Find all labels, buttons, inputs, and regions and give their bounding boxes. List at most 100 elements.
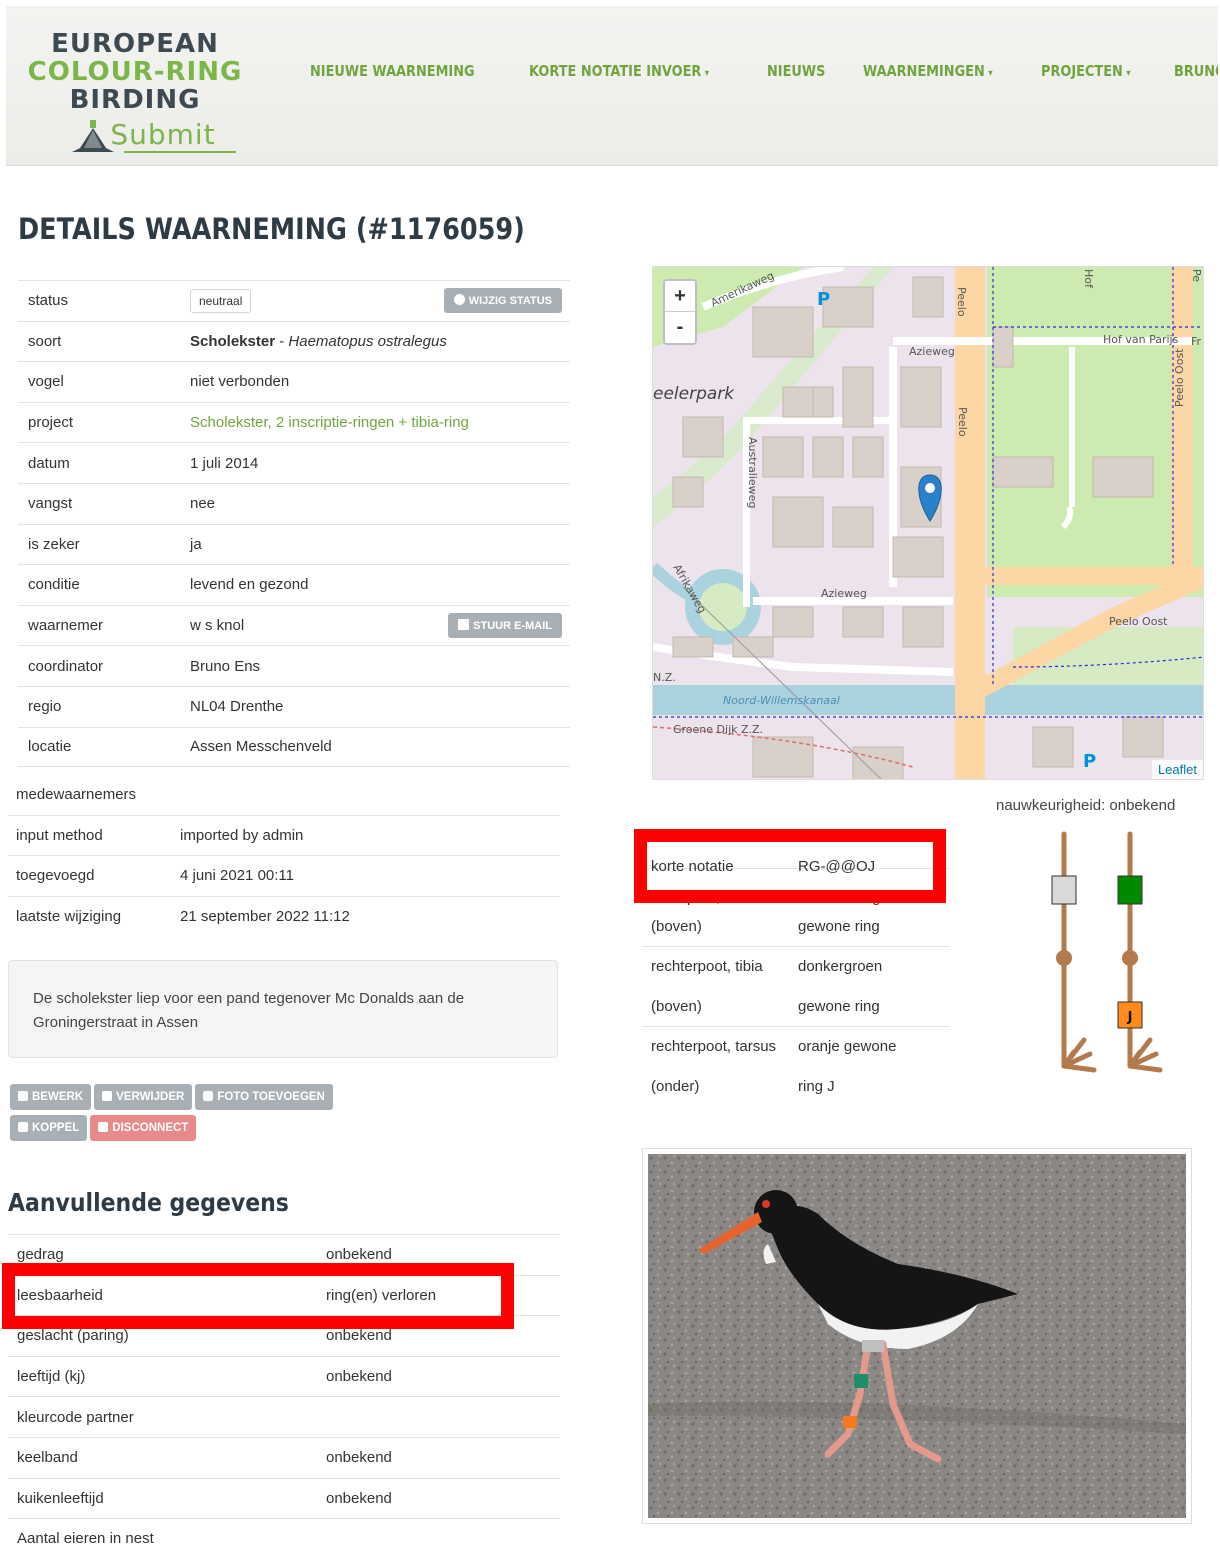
ring-row-rechterpoot-tibia: rechterpoot, tibia donkergroen	[642, 946, 950, 986]
envelope-icon	[458, 619, 470, 631]
map-label-azieweg: Azieweg	[909, 345, 955, 358]
chevron-down-icon: ▾	[1126, 68, 1132, 79]
zoom-out-button[interactable]: -	[665, 312, 695, 343]
action-buttons: BEWERK VERWIJDER FOTO TOEVOEGEN KOPPEL DISC…	[10, 1084, 370, 1146]
bewerk-button[interactable]: BEWERK	[10, 1084, 92, 1110]
map-precision: nauwkeurigheid: onbekend	[996, 797, 1176, 814]
nav-nieuwe-waarneming[interactable]: NIEUWE WAARNEMING	[310, 62, 475, 80]
ring-label: rechterpoot, tibia	[651, 958, 763, 975]
map-label-groene-dijk: Groene Dijk Z.Z.	[673, 723, 763, 736]
ring-value: gewone ring	[798, 997, 880, 1015]
detail-label: gedrag	[17, 1246, 64, 1264]
bird-logo-icon	[72, 120, 114, 152]
detail-row-waarnemer: waarnemer w s knol STUUR E-MAIL	[18, 604, 570, 646]
logo-line-1: EUROPEAN	[51, 29, 219, 59]
ring-value: gewone ring	[798, 917, 880, 935]
detail-label: leeftijd (kj)	[17, 1368, 86, 1386]
oystercatcher-photo	[648, 1154, 1186, 1518]
detail-label: waarnemer	[28, 617, 104, 635]
detail-value: onbekend	[326, 1327, 392, 1345]
ring-row-boven-2: (boven) gewone ring	[642, 986, 950, 1026]
nav-projecten[interactable]: PROJECTEN ▾	[1041, 62, 1131, 80]
detail-value: onbekend	[326, 1246, 392, 1264]
detail-label: laatste wijziging	[16, 908, 122, 926]
detail-value: imported by admin	[180, 826, 304, 844]
detail-label: vogel	[28, 373, 64, 391]
detail-label: input method	[16, 826, 103, 844]
map-tiles: Amerikaweg Azieweg Azieweg Peelo Peelo H…	[653, 267, 1203, 779]
detail-value: levend en gezond	[190, 576, 309, 594]
nav-user-brunojens[interactable]: BRUNOJENS	[1174, 62, 1218, 80]
map-parking-icon-2: P	[1083, 751, 1096, 772]
map-parking-icon: P	[817, 289, 830, 310]
map-label-eelerpark: eelerpark	[653, 384, 735, 404]
detail-label: geslacht (paring)	[17, 1327, 129, 1345]
detail-label: is zeker	[28, 535, 80, 553]
detail-label: regio	[28, 698, 62, 716]
extra-row-aantal-eieren: Aantal eieren in nest	[8, 1518, 560, 1552]
detail-value: onbekend	[326, 1368, 392, 1386]
extra-row-keelband: keelband onbekend	[8, 1436, 560, 1478]
detail-value: Bruno Ens	[190, 657, 261, 675]
detail-value: NL04 Drenthe	[190, 698, 284, 716]
detail-row-project: project Scholekster, 2 inscriptie-ringen…	[18, 401, 570, 443]
nav-korte-notatie-invoer[interactable]: KORTE NOTATIE INVOER ▾	[529, 62, 709, 80]
map-label-azieweg-2: Azieweg	[821, 587, 867, 600]
detail-label: kleurcode partner	[17, 1408, 134, 1426]
chevron-down-icon: ▾	[705, 68, 710, 79]
detail-row-vangst: vangst nee	[18, 482, 570, 524]
foto-toevoegen-button[interactable]: FOTO TOEVOEGEN	[195, 1084, 333, 1110]
detail-label: toegevoegd	[16, 867, 95, 885]
ring-value: ring J	[798, 1077, 835, 1095]
ring-value: donkergroen	[798, 958, 883, 975]
wijzig-status-button[interactable]: WIJZIG STATUS	[443, 288, 562, 314]
left-tibia-ring-icon	[1051, 875, 1077, 905]
stuur-email-button[interactable]: STUUR E-MAIL	[448, 613, 562, 639]
status-badge: neutraal	[190, 288, 252, 313]
bird-photo[interactable]	[642, 1148, 1192, 1524]
detail-label: datum	[28, 454, 70, 472]
map-label-hof: Hof	[1082, 269, 1095, 289]
extra-row-leeftijd: leeftijd (kj) onbekend	[8, 1355, 560, 1397]
zoom-in-button[interactable]: +	[665, 281, 695, 312]
detail-value: onbekend	[326, 1449, 392, 1467]
meta-row-toegevoegd: toegevoegd 4 juni 2021 00:11	[8, 855, 560, 896]
logo-underline	[124, 151, 236, 153]
extra-row-kuikenleeftijd: kuikenleeftijd onbekend	[8, 1477, 560, 1519]
detail-value: onbekend	[326, 1489, 392, 1507]
detail-label: vangst	[28, 495, 73, 513]
logo-submit-text: Submit	[110, 118, 216, 151]
detail-value: niet verbonden	[190, 373, 290, 391]
ring-value: oranje gewone	[798, 1038, 897, 1055]
detail-label: coordinator	[28, 657, 104, 675]
ring-row-boven-1: (boven) gewone ring	[642, 906, 950, 946]
map-label-peelo: Peelo	[955, 287, 968, 317]
map-zoom-control: + -	[663, 279, 697, 345]
disconnect-button[interactable]: DISCONNECT	[90, 1115, 197, 1141]
nav-waarnemingen[interactable]: WAARNEMINGEN ▾	[863, 62, 993, 80]
detail-label: locatie	[28, 738, 72, 756]
details-table: status neutraal WIJZIG STATUS soort Scho…	[18, 280, 570, 768]
ring-row-onder: (onder) ring J	[642, 1066, 950, 1106]
project-link[interactable]: Scholekster, 2 inscriptie-ringen + tibia…	[190, 414, 570, 431]
ring-label: (boven)	[651, 997, 702, 1015]
detail-label: keelband	[17, 1449, 78, 1467]
detail-value: 1 juli 2014	[190, 454, 259, 472]
map-label-pe: Pe	[1190, 269, 1203, 282]
koppel-button[interactable]: KOPPEL	[10, 1115, 88, 1141]
site-logo[interactable]: EUROPEAN COLOUR-RING BIRDING Submit	[20, 29, 250, 153]
detail-value: nee	[190, 495, 216, 513]
ring-label: rechterpoot, tarsus	[651, 1038, 777, 1055]
nav-nieuws[interactable]: NIEUWS	[767, 62, 825, 80]
detail-row-is-zeker: is zeker ja	[18, 523, 570, 565]
aanvullende-gegevens-title: Aanvullende gegevens	[8, 1188, 289, 1217]
close-icon	[102, 1091, 113, 1101]
detail-value: 4 juni 2021 00:11	[180, 867, 294, 885]
detail-label: conditie	[28, 576, 80, 594]
verwijder-button[interactable]: VERWIJDER	[94, 1084, 193, 1110]
detail-row-regio: regio NL04 Drenthe	[18, 685, 570, 727]
map-label-australieweg: Australieweg	[746, 437, 759, 508]
location-map[interactable]: Amerikaweg Azieweg Azieweg Peelo Peelo H…	[652, 266, 1204, 780]
leaflet-attribution-link[interactable]: Leaflet	[1151, 760, 1203, 779]
meta-row-medewaarnemers: medewaarnemers	[8, 774, 560, 815]
